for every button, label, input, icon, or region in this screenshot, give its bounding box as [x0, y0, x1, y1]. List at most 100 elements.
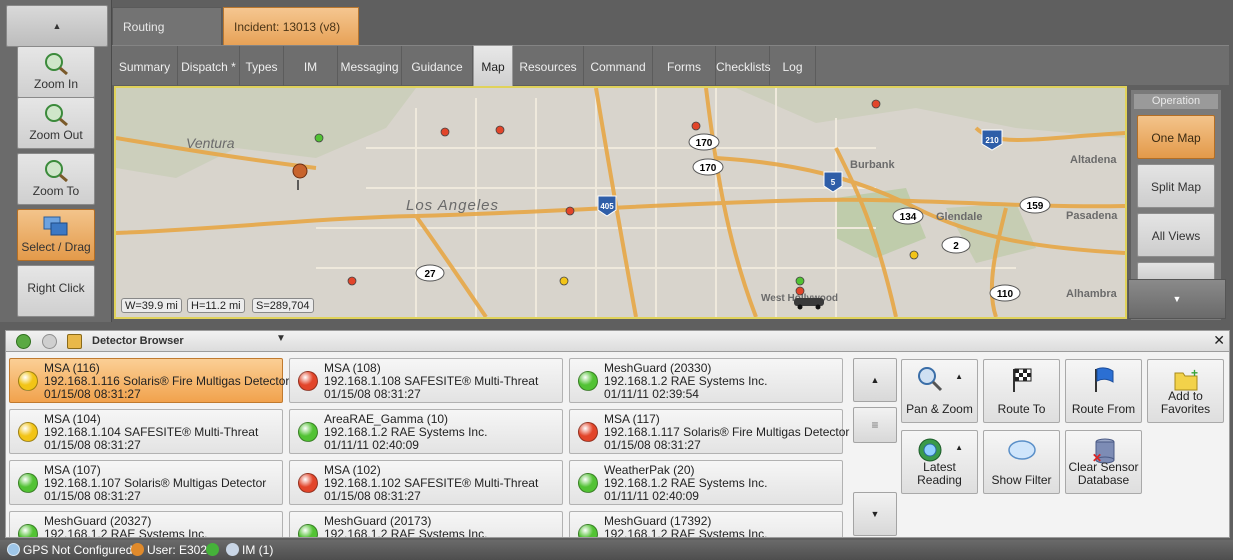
detector-card[interactable]: MSA (117) 192.168.1.117 Solaris® Fire Mul…: [569, 409, 849, 454]
forward-icon[interactable]: [42, 334, 57, 349]
show-filter-icon: [1007, 436, 1036, 464]
detector-browser-toolbar: Detector Browser ▼ ✕: [5, 330, 1230, 352]
home-icon[interactable]: [67, 334, 82, 349]
operation-scroll-down-button[interactable]: ▼: [1128, 279, 1226, 319]
tab-messaging[interactable]: Messaging: [338, 46, 402, 86]
chat-icon[interactable]: [226, 543, 239, 556]
detector-address: 192.168.1.2 RAE Systems Inc.: [44, 527, 208, 538]
tab-forms[interactable]: Forms: [653, 46, 716, 86]
tab-resources[interactable]: Resources: [513, 46, 584, 86]
detector-browser: MSA (116) 192.168.1.116 Solaris® Fire Mul…: [5, 352, 1230, 538]
tool-label: Select / Drag: [21, 240, 91, 254]
status-red-icon: [298, 371, 318, 391]
tab-command[interactable]: Command: [584, 46, 653, 86]
status-green-icon: [18, 524, 38, 537]
split-map-button[interactable]: Split Map: [1137, 164, 1215, 208]
detector-card[interactable]: MSA (104) 192.168.1.104 SAFESITE® Multi-T…: [9, 409, 283, 454]
detector-address: 192.168.1.117 Solaris® Fire Multigas Det…: [604, 425, 850, 439]
detector-card[interactable]: MeshGuard (17392) 192.168.1.2 RAE Systems…: [569, 511, 843, 537]
chevron-down-icon[interactable]: ▼: [276, 333, 286, 344]
map-scale-s: S=289,704: [252, 298, 314, 313]
map-place-label: Burbank: [850, 159, 896, 171]
map-scale-height: H=11.2 mi: [187, 298, 245, 313]
im-status[interactable]: IM (1): [242, 543, 273, 557]
doc-tab-incident[interactable]: Incident: 13013 (v8) *✕: [223, 7, 359, 72]
tab-log[interactable]: Log: [770, 46, 816, 86]
route-shield: 170: [700, 163, 717, 174]
all-views-button[interactable]: All Views: [1137, 213, 1215, 257]
show-filter-button[interactable]: Show Filter: [983, 430, 1060, 494]
detector-address: 192.168.1.108 SAFESITE® Multi-Threat: [324, 374, 539, 388]
detector-address: 192.168.1.102 SAFESITE® Multi-Threat: [324, 476, 539, 490]
incident-sub-tabs: Summary Dispatch * Types IM Messaging Guidanc…: [112, 45, 1229, 87]
tool-label: Right Click: [27, 281, 85, 295]
list-scroll-down-button[interactable]: ▼: [853, 492, 897, 536]
list-scroll-thumb[interactable]: ≡: [853, 407, 897, 443]
detector-timestamp: 01/11/11 02:40:09: [604, 489, 699, 503]
tab-guidance[interactable]: Guidance: [402, 46, 473, 86]
gps-icon: [7, 543, 20, 556]
select-drag-button[interactable]: Select / Drag: [17, 209, 95, 261]
detector-name: MSA (117): [604, 412, 660, 426]
map-view[interactable]: 170 170 405 5 210 134 2 159 27 110 Ventu…: [114, 86, 1127, 319]
route-shield: 5: [831, 178, 836, 187]
action-label: Route To: [997, 402, 1046, 416]
detector-card[interactable]: MSA (108) 192.168.1.108 SAFESITE® Multi-T…: [289, 358, 563, 403]
pan-zoom-button[interactable]: ▲ Pan & Zoom: [901, 359, 978, 423]
tab-summary[interactable]: Summary: [112, 46, 178, 86]
detector-card[interactable]: MSA (107) 192.168.1.107 Solaris® Multigas…: [9, 460, 283, 505]
route-shield: 159: [1027, 201, 1044, 212]
tab-map[interactable]: Map: [473, 45, 513, 87]
zoom-out-button[interactable]: Zoom Out: [17, 97, 95, 149]
detector-card[interactable]: AreaRAE_Gamma (10) 192.168.1.2 RAE System…: [289, 409, 563, 454]
route-to-button[interactable]: Route To: [983, 359, 1060, 423]
one-map-button[interactable]: One Map: [1137, 115, 1215, 159]
tool-label: Zoom Out: [29, 128, 83, 142]
detector-card[interactable]: MeshGuard (20173) 192.168.1.2 RAE Systems…: [289, 511, 563, 537]
action-label: Add to Favorites: [1160, 389, 1211, 416]
detector-address: 192.168.1.2 RAE Systems Inc.: [604, 374, 768, 388]
tool-label: Zoom To: [32, 184, 80, 198]
chevron-up-icon[interactable]: ▲: [955, 443, 963, 452]
close-icon[interactable]: ✕: [1213, 332, 1225, 349]
tab-checklists[interactable]: Checklists: [716, 46, 771, 86]
status-yellow-icon: [18, 422, 38, 442]
detector-address: 192.168.1.2 RAE Systems Inc.: [604, 476, 768, 490]
tool-scroll-up-button[interactable]: ▲: [6, 5, 108, 47]
latest-reading-button[interactable]: ▲ Latest Reading: [901, 430, 978, 494]
detector-card[interactable]: MSA (116) 192.168.1.116 Solaris® Fire Mul…: [9, 358, 289, 403]
tab-im[interactable]: IM: [284, 46, 338, 86]
tab-types[interactable]: Types: [240, 46, 284, 86]
map-place-label: Los Angeles: [406, 197, 499, 214]
doc-tab-routing-maps[interactable]: Routing Maps✕: [112, 7, 222, 72]
zoom-in-button[interactable]: Zoom In: [17, 46, 95, 98]
back-icon[interactable]: [16, 334, 31, 349]
chevron-up-icon[interactable]: ▲: [955, 372, 963, 381]
detector-name: AreaRAE_Gamma (10): [324, 412, 449, 426]
map-place-label: Pasadena: [1066, 210, 1118, 222]
detector-timestamp: 01/15/08 08:31:27: [44, 489, 141, 503]
detector-timestamp: 01/11/11 02:39:54: [604, 387, 699, 401]
map-canvas: 170 170 405 5 210 134 2 159 27 110 Ventu…: [116, 88, 1125, 317]
zoom-to-button[interactable]: Zoom To: [17, 153, 95, 205]
status-yellow-icon: [18, 371, 38, 391]
operation-title: Operation: [1134, 94, 1218, 109]
tab-dispatch[interactable]: Dispatch *: [178, 46, 240, 86]
user-status: User: E302: [147, 543, 208, 557]
detector-card[interactable]: MeshGuard (20330) 192.168.1.2 RAE Systems…: [569, 358, 843, 403]
add-to-favorites-button[interactable]: + Add to Favorites: [1147, 359, 1224, 423]
map-scale-width: W=39.9 mi: [121, 298, 182, 313]
detector-card[interactable]: MSA (102) 192.168.1.102 SAFESITE® Multi-T…: [289, 460, 563, 505]
route-to-icon: [1008, 365, 1036, 393]
right-click-button[interactable]: Right Click: [17, 265, 95, 317]
route-from-button[interactable]: Route From: [1065, 359, 1142, 423]
detector-card[interactable]: WeatherPak (20) 192.168.1.2 RAE Systems I…: [569, 460, 843, 505]
svg-text:+: +: [1191, 366, 1198, 380]
status-green-icon: [578, 524, 598, 537]
clear-sensor-database-button[interactable]: ✕ Clear Sensor Database: [1065, 430, 1142, 494]
map-place-label: Ventura: [186, 135, 235, 151]
map-place-label: Altadena: [1070, 154, 1117, 166]
list-scroll-up-button[interactable]: ▲: [853, 358, 897, 402]
detector-name: MeshGuard (17392): [604, 514, 712, 528]
detector-card[interactable]: MeshGuard (20327) 192.168.1.2 RAE Systems…: [9, 511, 283, 538]
